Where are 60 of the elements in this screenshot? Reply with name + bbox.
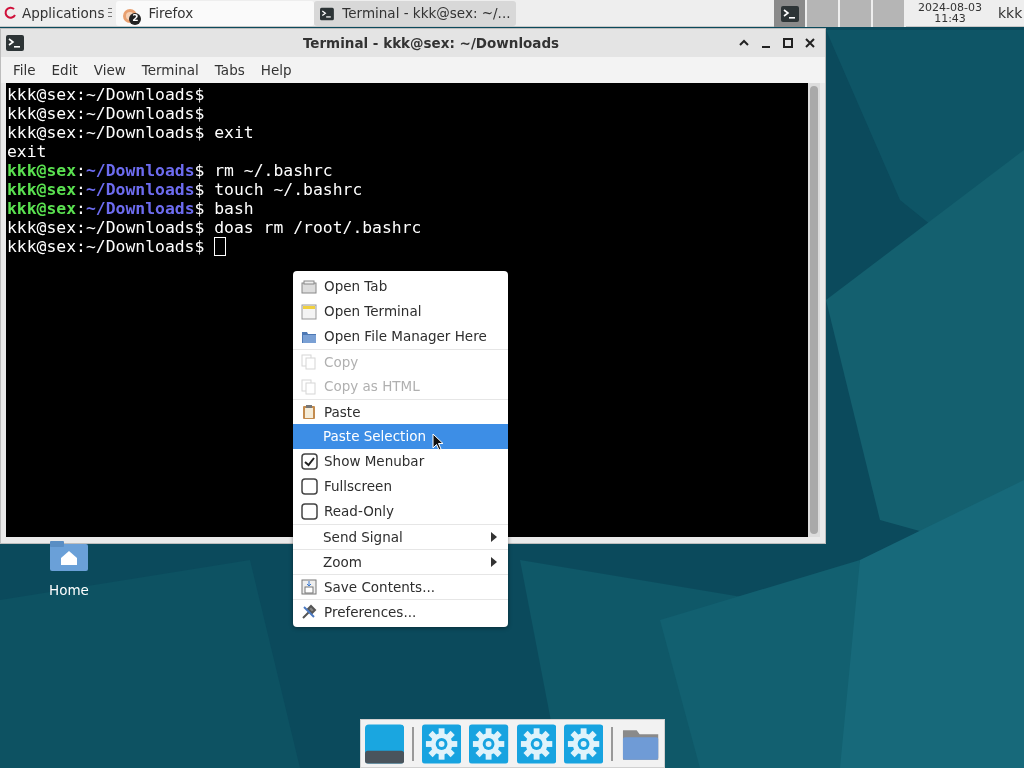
gear-icon[interactable] <box>422 723 462 764</box>
copy-icon <box>301 354 317 370</box>
taskbar-button[interactable]: 2 Firefox <box>116 1 315 26</box>
menu-item[interactable]: Edit <box>43 59 86 81</box>
menu-item[interactable]: Open Tab <box>293 274 508 299</box>
gear-icon[interactable] <box>516 723 556 764</box>
menu-item[interactable]: Send Signal <box>293 524 508 549</box>
desktop-icon[interactable]: Home <box>49 540 89 601</box>
tools-icon <box>301 604 317 620</box>
checkbox[interactable] <box>301 503 318 520</box>
menu-item[interactable]: Open Terminal <box>293 299 508 324</box>
tab-icon <box>301 278 317 295</box>
terminal-line: kkk@sex:~/Downloads$ exit <box>7 123 254 142</box>
menu-item[interactable]: Help <box>252 59 300 81</box>
checkbox[interactable] <box>301 453 318 470</box>
gear-icon[interactable] <box>469 723 509 764</box>
taskbar-button[interactable]: Terminal - kkk@sex: ~/... <box>314 1 517 26</box>
menu-item[interactable]: Fullscreen <box>293 474 508 499</box>
submenu-arrow-icon <box>490 557 498 567</box>
workspace-button[interactable] <box>774 0 807 27</box>
save-icon <box>301 579 317 595</box>
menu-item[interactable]: View <box>85 59 134 81</box>
terminal-line: kkk@sex:~/Downloads$ touch ~/.bashrc <box>7 180 363 199</box>
terminal-icon <box>780 5 799 22</box>
window-icon <box>301 303 317 320</box>
checkbox[interactable] <box>301 478 318 495</box>
terminal-line: kkk@sex:~/Downloads$ <box>7 237 227 256</box>
close-button[interactable] <box>803 36 817 50</box>
terminal-line: kkk@sex:~/Downloads$ <box>7 104 205 123</box>
terminal-icon <box>5 34 25 52</box>
swirl-icon <box>4 6 18 20</box>
house-folder-icon <box>49 540 89 572</box>
clock: 2024-08-03 11:43 <box>917 0 983 26</box>
menu-item[interactable]: Save Contents... <box>293 574 508 599</box>
terminal-line: kkk@sex:~/Downloads$ rm ~/.bashrc <box>7 161 333 180</box>
terminal-icon <box>320 5 335 22</box>
gear-icon[interactable] <box>563 723 603 764</box>
drag-handle-icon <box>108 7 113 19</box>
terminal-line: exit <box>7 142 47 161</box>
maximize-button[interactable] <box>781 36 795 50</box>
menu-item[interactable]: Show Menubar <box>293 449 508 474</box>
menu-item[interactable]: Tabs <box>206 59 253 81</box>
clipboard-icon <box>301 404 317 420</box>
terminal-line: kkk@sex:~/Downloads$ doas rm /root/.bashrc <box>7 218 422 237</box>
menu-item[interactable]: Terminal <box>133 59 207 81</box>
terminal-line: kkk@sex:~/Downloads$ <box>7 85 205 104</box>
scrollbar[interactable] <box>808 83 820 537</box>
user-name: kkk <box>997 3 1024 23</box>
applications-menu-button[interactable]: Applications <box>0 0 117 26</box>
menu-item[interactable]: File <box>5 59 44 81</box>
copy-icon <box>301 378 317 395</box>
window-title: Terminal - kkk@sex: ~/Downloads <box>301 33 561 53</box>
mouse-pointer-icon <box>432 433 444 451</box>
menu-item[interactable]: Read-Only <box>293 499 508 524</box>
menu-item[interactable]: Zoom <box>293 549 508 574</box>
terminal-line: kkk@sex:~/Downloads$ bash <box>7 199 254 218</box>
desktop-icon[interactable] <box>365 723 405 764</box>
menu-item[interactable]: Preferences... <box>293 599 508 624</box>
menu-item[interactable]: Open File Manager Here <box>293 324 508 349</box>
submenu-arrow-icon <box>490 532 498 542</box>
